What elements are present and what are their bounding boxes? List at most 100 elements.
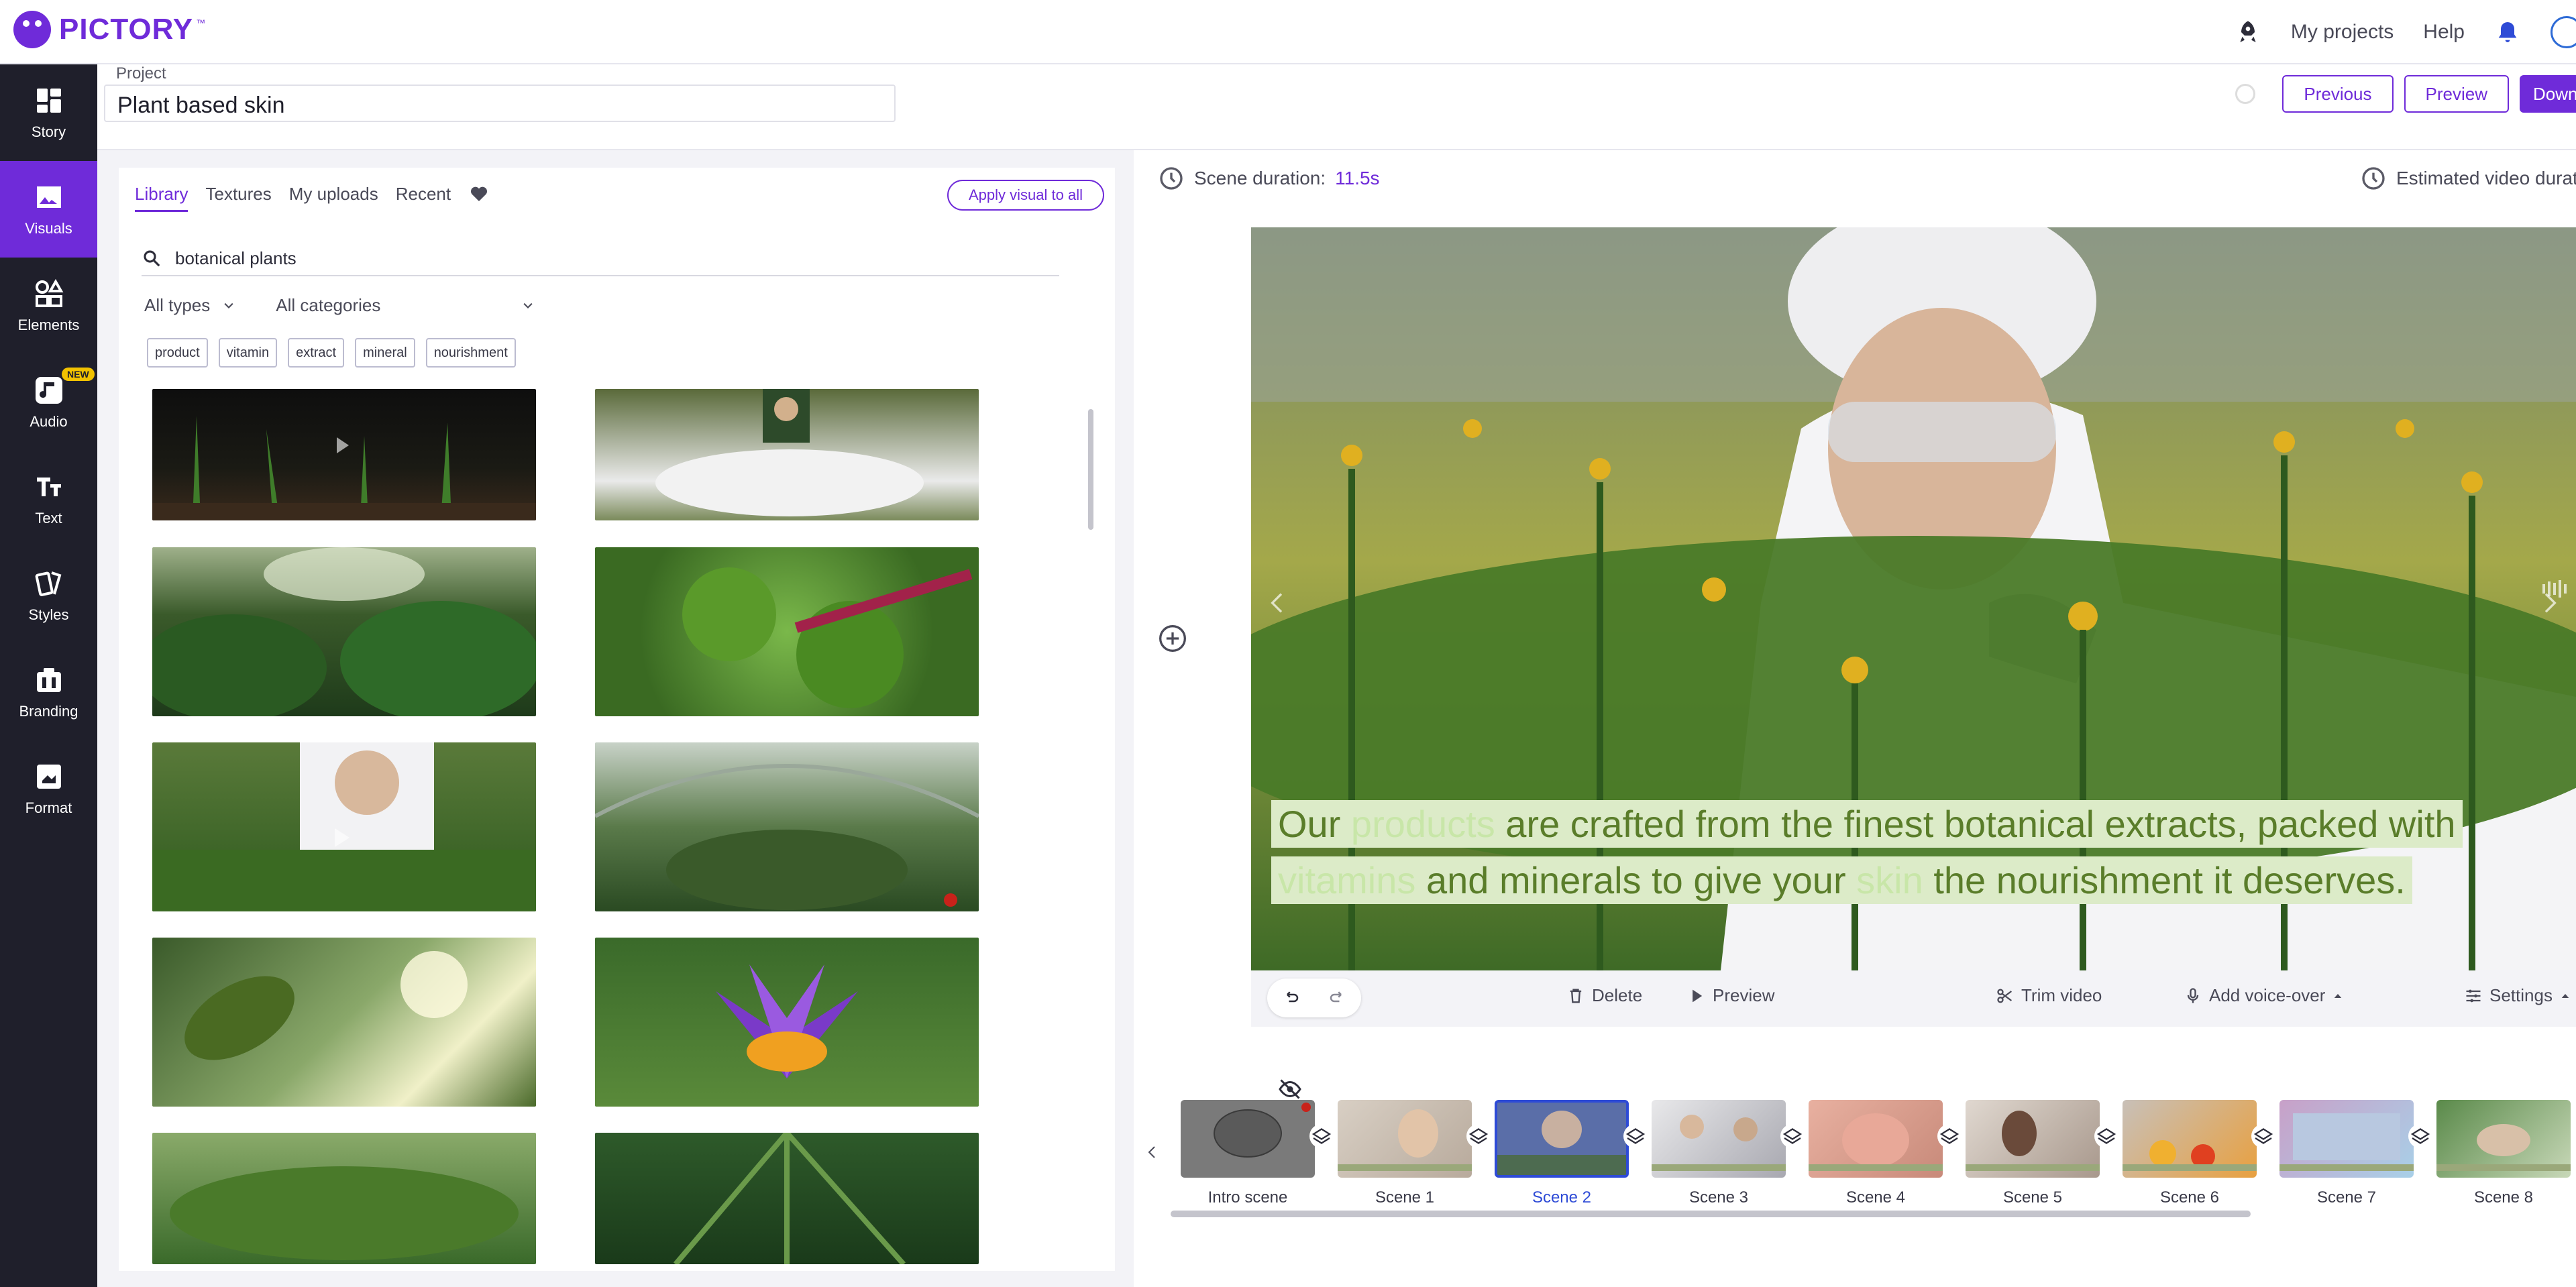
layers-icon[interactable] [2408, 1124, 2432, 1148]
video-preview[interactable]: Our products are crafted from the finest… [1251, 227, 2576, 970]
white-flowers-image [655, 389, 924, 516]
delete-scene-button[interactable]: Delete [1566, 985, 1642, 1006]
visual-thumbnail[interactable] [595, 389, 979, 520]
clock-icon [1160, 167, 1183, 190]
chip-mineral[interactable]: mineral [355, 338, 415, 368]
preview-label: Preview [1713, 985, 1775, 1005]
visual-thumbnail[interactable] [595, 547, 979, 716]
format-icon [36, 765, 61, 789]
scene-label: Scene 1 [1375, 1188, 1435, 1207]
timeline-scrollbar[interactable] [1171, 1211, 2251, 1217]
download-button[interactable]: Down [2520, 75, 2576, 113]
scene-label: Scene 5 [2002, 1188, 2063, 1207]
branding-icon [36, 668, 61, 692]
category-filter-dropdown[interactable]: All categories [276, 295, 535, 316]
sidebar-item-styles[interactable]: Styles [0, 547, 97, 644]
settings-button[interactable]: Settings [2464, 985, 2571, 1006]
sunlit-leaves-image [184, 951, 468, 1060]
tab-textures[interactable]: Textures [205, 184, 271, 212]
pictory-logo[interactable]: PICTORY ™ [13, 11, 205, 48]
visual-thumbnail[interactable] [152, 389, 536, 520]
scene-thumbnail-6[interactable] [2123, 1100, 2257, 1178]
scene-thumbnail-4[interactable] [1809, 1100, 1943, 1178]
scene-thumbnail-5[interactable] [1966, 1100, 2100, 1178]
preview-button[interactable]: Preview [2404, 75, 2509, 113]
layers-icon[interactable] [1466, 1124, 1491, 1148]
sidebar-item-elements[interactable]: Elements [0, 258, 97, 354]
visual-thumbnail[interactable] [152, 547, 536, 716]
library-scrollbar[interactable] [1088, 409, 1093, 530]
estimated-duration: Estimated video durati [2360, 165, 2576, 192]
sidebar-item-audio[interactable]: Audio NEW [0, 354, 97, 451]
chevron-right-icon[interactable] [2536, 590, 2563, 616]
visuals-icon [36, 186, 61, 208]
chip-product[interactable]: product [147, 338, 208, 368]
visual-thumbnail[interactable] [595, 1133, 979, 1264]
layers-icon[interactable] [2094, 1124, 2118, 1148]
project-label: Project [116, 64, 166, 82]
chevron-left-icon[interactable] [1265, 590, 1291, 616]
tab-library[interactable]: Library [135, 184, 189, 212]
add-voice-over-button[interactable]: Add voice-over [2184, 985, 2344, 1006]
trim-video-button[interactable]: Trim video [1996, 985, 2102, 1006]
tab-recent[interactable]: Recent [396, 184, 451, 212]
help-link[interactable]: Help [2423, 21, 2465, 44]
rocket-icon[interactable] [2235, 19, 2261, 46]
scene-5-preview [1966, 1111, 2100, 1171]
chevron-down-icon [523, 302, 533, 309]
chip-extract[interactable]: extract [288, 338, 345, 368]
scene-thumbnail-intro[interactable] [1181, 1100, 1315, 1178]
story-icon [36, 89, 61, 113]
visual-thumbnail[interactable] [152, 1133, 536, 1264]
visual-thumbnail[interactable] [595, 938, 979, 1107]
add-scene-icon[interactable] [1158, 624, 1187, 653]
bell-icon[interactable] [2494, 19, 2521, 46]
previous-button[interactable]: Previous [2282, 75, 2394, 113]
settings-label: Settings [2489, 985, 2553, 1005]
my-projects-link[interactable]: My projects [2291, 21, 2394, 44]
timeline-chevron-left-icon[interactable] [1144, 1141, 1161, 1163]
visual-thumbnail[interactable] [152, 742, 536, 911]
layers-icon[interactable] [1780, 1124, 1805, 1148]
chip-nourishment[interactable]: nourishment [425, 338, 516, 368]
sidebar-item-story[interactable]: Story [0, 64, 97, 161]
caret-up-icon [2334, 993, 2342, 998]
search-bar[interactable]: botanical plants [142, 241, 1059, 276]
preview-scene-button[interactable]: Preview [1687, 985, 1774, 1006]
sidebar-item-visuals[interactable]: Visuals [0, 161, 97, 258]
sidebar-item-branding[interactable]: Branding [0, 644, 97, 740]
tab-my-uploads[interactable]: My uploads [289, 184, 378, 212]
layers-icon[interactable] [1309, 1124, 1334, 1148]
scene-thumbnail-7[interactable] [2279, 1100, 2414, 1178]
scene-thumbnail-3[interactable] [1652, 1100, 1786, 1178]
scene-8-preview [2436, 1124, 2571, 1171]
scene-thumbnail-1[interactable] [1338, 1100, 1472, 1178]
top-nav: My projects Help [2235, 0, 2576, 64]
scene-thumbnail-2[interactable] [1495, 1100, 1629, 1178]
undo-button[interactable] [1267, 978, 1314, 1017]
avatar[interactable] [2551, 16, 2576, 48]
caption-part: are crafted from the finest botanical ex… [1495, 803, 2456, 845]
caption-part: the nourishment it deserves. [1923, 859, 2406, 901]
project-name-input[interactable]: Plant based skin [104, 85, 896, 122]
layers-icon[interactable] [1623, 1124, 1648, 1148]
visual-thumbnail[interactable] [152, 938, 536, 1107]
layers-icon[interactable] [1937, 1124, 1962, 1148]
scene-caption[interactable]: Our products are crafted from the finest… [1271, 796, 2506, 909]
apply-visual-to-all-button[interactable]: Apply visual to all [947, 180, 1104, 211]
redo-button[interactable] [1314, 978, 1361, 1017]
layers-icon[interactable] [2251, 1124, 2275, 1148]
sidebar-item-format[interactable]: Format [0, 740, 97, 837]
scientist-plants-image [152, 742, 536, 911]
visuals-grid [152, 389, 998, 1264]
chip-vitamin[interactable]: vitamin [218, 338, 278, 368]
heart-icon[interactable] [468, 182, 490, 204]
sidebar-item-text[interactable]: Text [0, 451, 97, 547]
search-icon [144, 250, 160, 267]
search-input[interactable]: botanical plants [175, 248, 297, 269]
scene-duration-value[interactable]: 11.5s [1335, 168, 1379, 189]
hidden-eye-icon[interactable] [1278, 1077, 1302, 1101]
scene-thumbnail-8[interactable] [2436, 1100, 2571, 1178]
visual-thumbnail[interactable] [595, 742, 979, 911]
type-filter-dropdown[interactable]: All types [144, 295, 235, 316]
